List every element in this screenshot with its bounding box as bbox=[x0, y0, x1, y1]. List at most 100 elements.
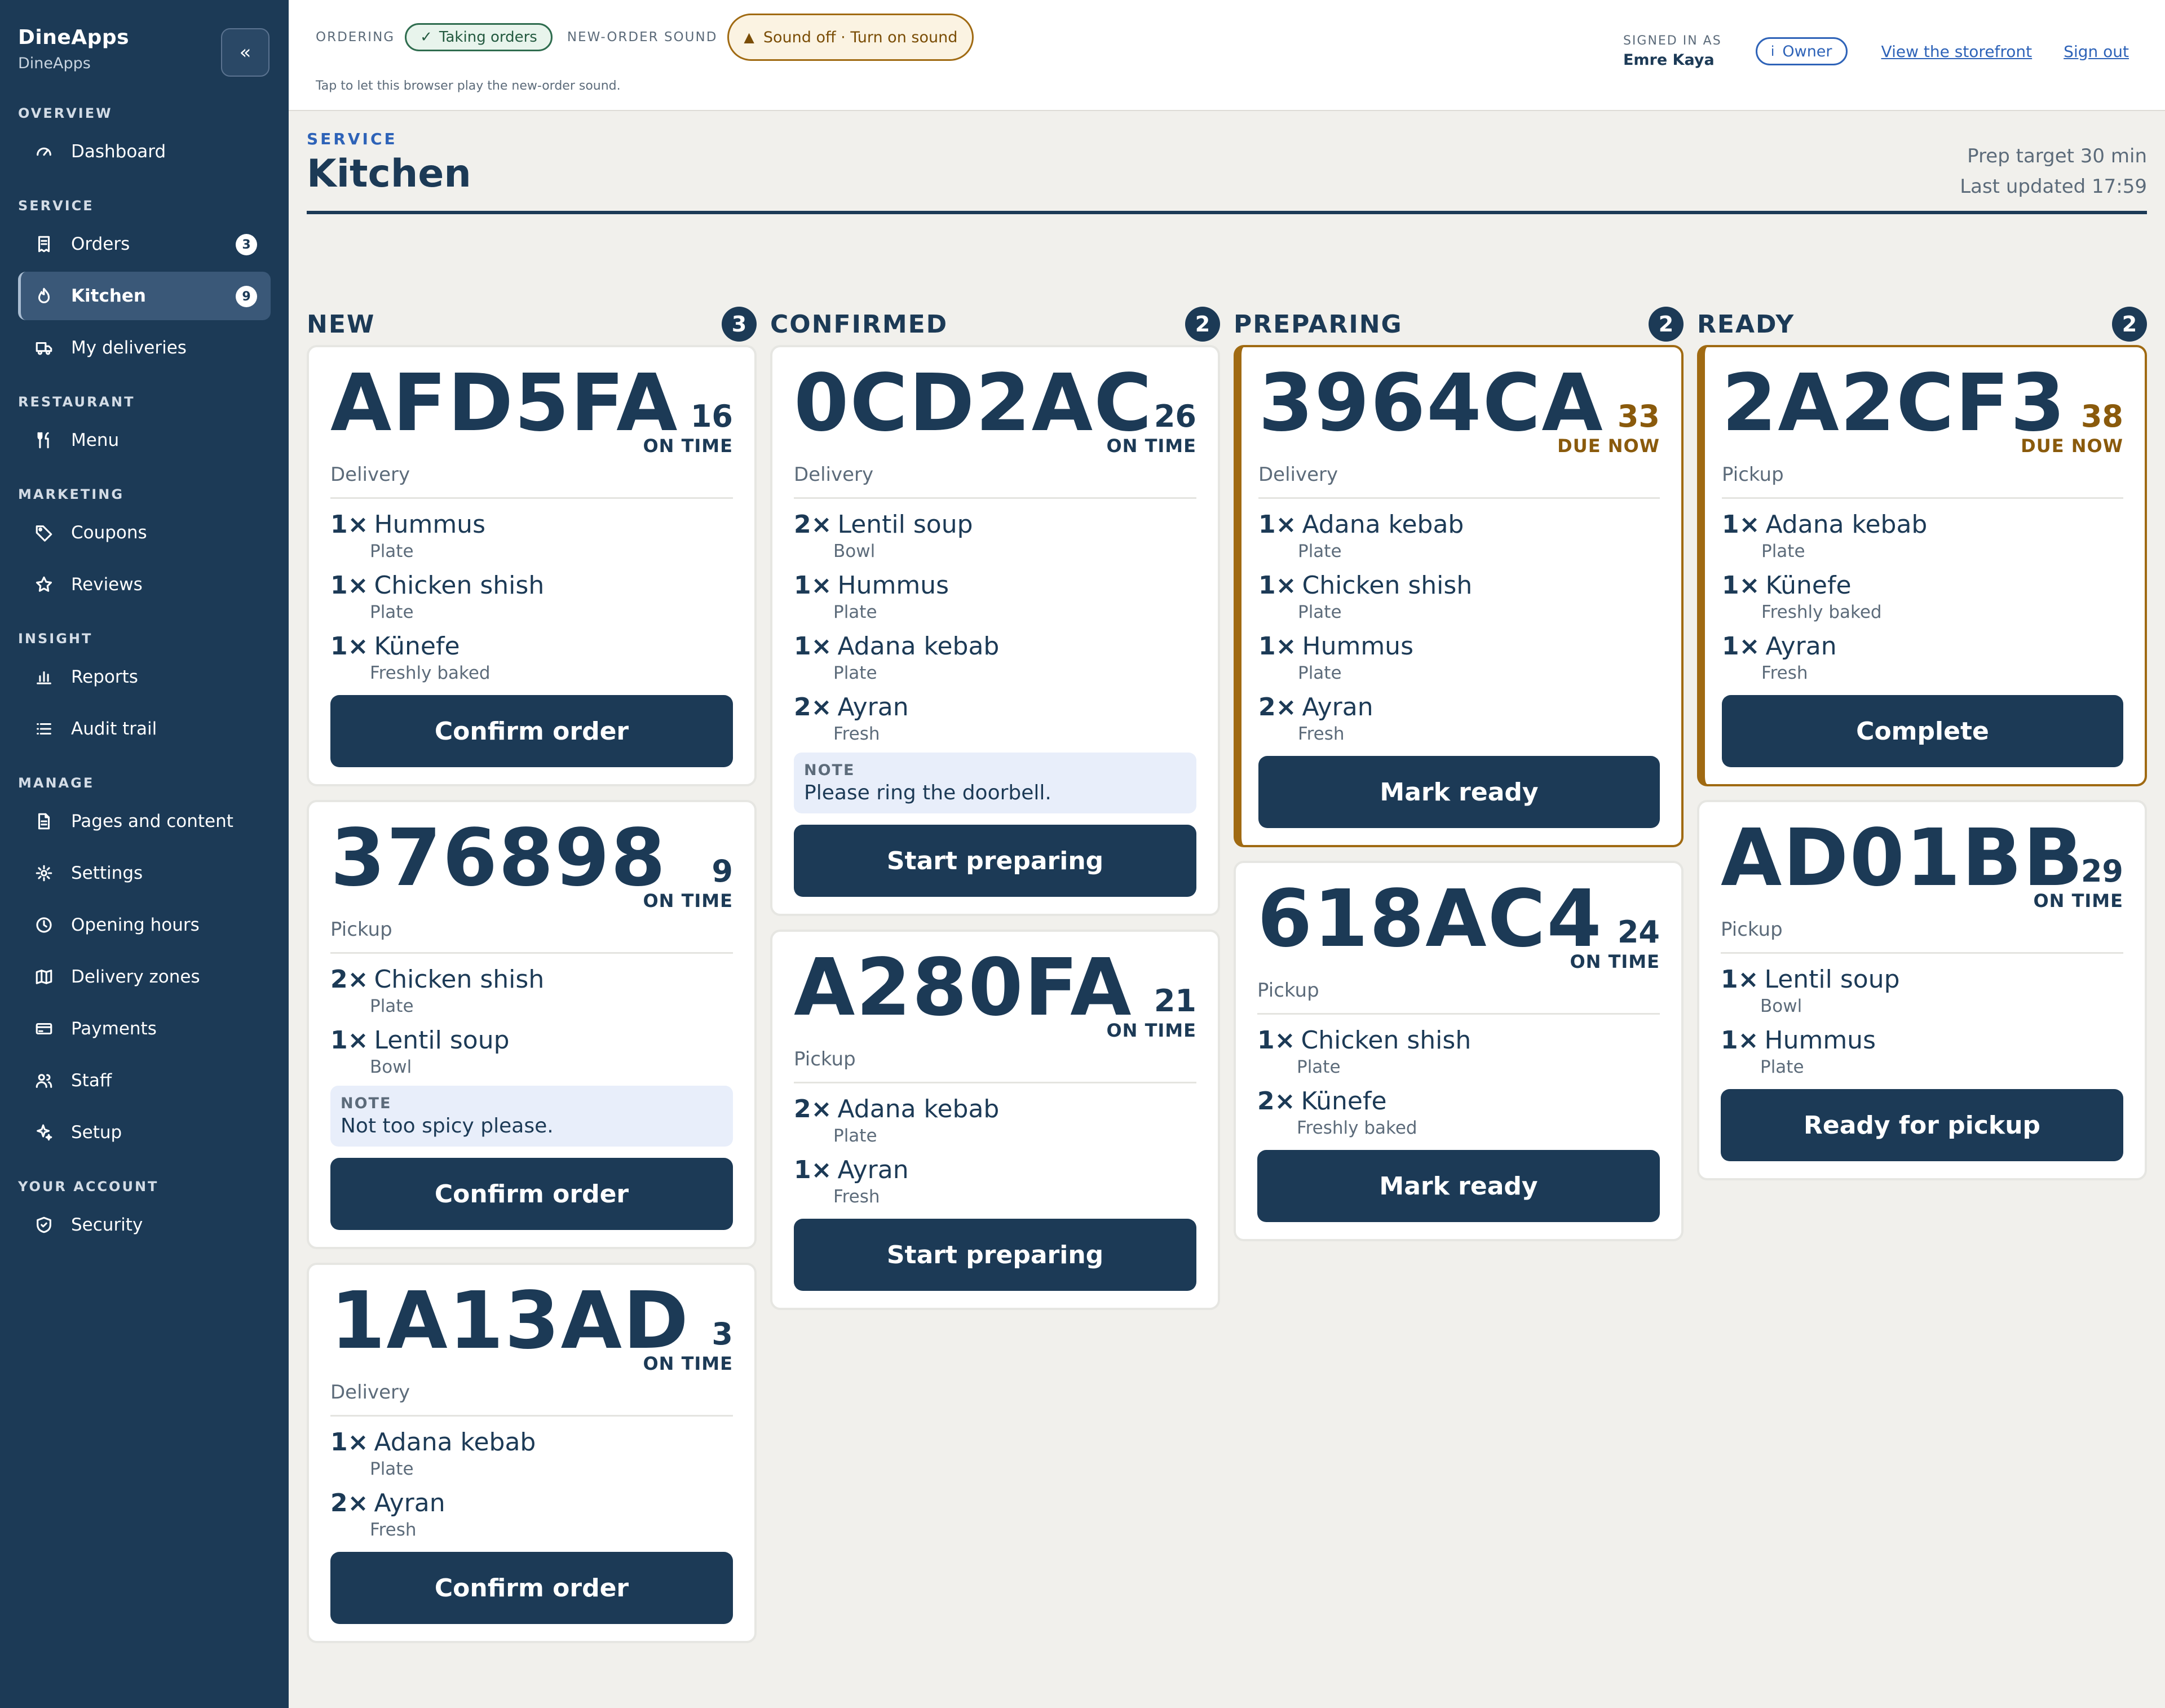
item-quantity: 1× bbox=[330, 1428, 369, 1457]
confirm-order-button[interactable]: Confirm order bbox=[330, 1158, 733, 1230]
sidebar-item-reports[interactable]: Reports bbox=[18, 653, 271, 701]
sidebar-item-dashboard[interactable]: Dashboard bbox=[18, 127, 271, 176]
confirm-order-button[interactable]: Confirm order bbox=[330, 1552, 733, 1624]
note-label: NOTE bbox=[341, 1095, 392, 1112]
order-item-line: 2× Ayran bbox=[1258, 692, 1660, 723]
gauge-icon bbox=[33, 140, 55, 163]
item-variant: Freshly baked bbox=[1297, 1118, 1417, 1138]
order-item: 1× Lentil soup Bowl bbox=[1721, 964, 2123, 1017]
sidebar-item-setup[interactable]: Setup bbox=[18, 1108, 271, 1157]
order-item: 1× Künefe Freshly baked bbox=[330, 631, 733, 684]
sidebar-item-audit-trail[interactable]: Audit trail bbox=[18, 705, 271, 753]
sidebar-item-settings[interactable]: Settings bbox=[18, 849, 271, 897]
sidebar-item-menu[interactable]: Menu bbox=[18, 416, 271, 464]
order-type: Delivery bbox=[330, 463, 733, 499]
sidebar-item-label: Setup bbox=[71, 1122, 122, 1143]
order-code: 0CD2AC bbox=[794, 357, 1153, 449]
order-age-minutes: 33 bbox=[1617, 399, 1660, 434]
order-item-line: 1× Lentil soup bbox=[330, 1025, 733, 1056]
last-updated: Last updated 17:59 bbox=[1960, 175, 2147, 198]
item-variant: Plate bbox=[1760, 1057, 1804, 1077]
order-item: 2× Lentil soup Bowl bbox=[794, 509, 1196, 562]
utensils-icon bbox=[33, 429, 55, 452]
top-bar: ORDERING ✓ Taking orders NEW-ORDER SOUND… bbox=[289, 0, 2165, 111]
order-items: 1× Adana kebab Plate 1× Chicken shish Plate 1×… bbox=[1258, 509, 1660, 745]
nav-section-title: RESTAURANT bbox=[18, 394, 135, 410]
column-ready: READY 2 2A2CF3 38 DUE NOW Pickup 1× Adana kebab… bbox=[1697, 304, 2147, 1194]
sidebar-item-orders[interactable]: Orders 3 bbox=[18, 220, 271, 268]
view-storefront-link[interactable]: View the storefront bbox=[1881, 42, 2033, 61]
item-name: Ayran bbox=[1765, 632, 1837, 661]
order-age-minutes: 9 bbox=[712, 853, 733, 889]
item-variant: Plate bbox=[1298, 602, 1342, 622]
sidebar-item-security[interactable]: Security bbox=[18, 1201, 271, 1249]
order-card: AD01BB 29 ON TIME Pickup 1× Lentil soup Bowl 1×… bbox=[1697, 800, 2147, 1180]
sidebar-item-opening-hours[interactable]: Opening hours bbox=[18, 901, 271, 949]
column-header: READY 2 bbox=[1697, 304, 2147, 345]
collapse-sidebar-button[interactable]: « bbox=[221, 28, 269, 77]
map-icon bbox=[33, 966, 55, 988]
sidebar-item-label: Payments bbox=[71, 1019, 157, 1039]
order-items: 1× Lentil soup Bowl 1× Hummus Plate bbox=[1721, 964, 2123, 1078]
ordering-label: ORDERING bbox=[316, 30, 395, 45]
double-chevron-left-icon: « bbox=[239, 41, 251, 64]
start-preparing-button[interactable]: Start preparing bbox=[794, 1219, 1196, 1291]
order-item: 1× Adana kebab Plate bbox=[1722, 509, 2123, 562]
item-variant: Plate bbox=[370, 1459, 414, 1479]
item-variant: Fresh bbox=[833, 1187, 880, 1207]
order-card-header: 376898 9 ON TIME bbox=[330, 819, 733, 918]
sound-hint: Tap to let this browser play the new-ord… bbox=[316, 79, 621, 93]
gear-icon bbox=[33, 862, 55, 884]
sidebar-item-kitchen[interactable]: Kitchen 9 bbox=[18, 272, 271, 320]
order-item-line: 1× Hummus bbox=[1258, 631, 1660, 662]
item-quantity: 2× bbox=[330, 1489, 369, 1517]
order-card: A280FA 21 ON TIME Pickup 2× Adana kebab Plate 1… bbox=[770, 930, 1220, 1310]
sidebar-item-delivery-zones[interactable]: Delivery zones bbox=[18, 953, 271, 1001]
item-quantity: 2× bbox=[794, 510, 832, 539]
sign-out-link[interactable]: Sign out bbox=[2064, 42, 2129, 61]
nav-section-title: MANAGE bbox=[18, 775, 95, 791]
complete-button[interactable]: Complete bbox=[1722, 695, 2123, 767]
turn-on-sound-button[interactable]: ▲ Sound off · Turn on sound bbox=[727, 14, 974, 61]
order-item: 1× Adana kebab Plate bbox=[794, 631, 1196, 684]
sidebar-item-reviews[interactable]: Reviews bbox=[18, 560, 271, 609]
mark-ready-button[interactable]: Mark ready bbox=[1258, 756, 1660, 828]
sidebar-item-pages-and-content[interactable]: Pages and content bbox=[18, 797, 271, 846]
sidebar-item-staff[interactable]: Staff bbox=[18, 1056, 271, 1105]
order-note: NOTE Not too spicy please. bbox=[330, 1086, 733, 1147]
order-items: 1× Adana kebab Plate 1× Künefe Freshly baked 1… bbox=[1722, 509, 2123, 684]
truck-icon bbox=[33, 337, 55, 359]
note-label: NOTE bbox=[804, 762, 855, 779]
prep-target: Prep target 30 min bbox=[1967, 145, 2147, 167]
column-preparing: PREPARING 2 3964CA 33 DUE NOW Delivery 1× Adana… bbox=[1234, 304, 1684, 1255]
sidebar-item-label: Audit trail bbox=[71, 719, 157, 739]
item-name: Chicken shish bbox=[374, 965, 545, 994]
sidebar-item-coupons[interactable]: Coupons bbox=[18, 508, 271, 557]
column-new: NEW 3 AFD5FA 16 ON TIME Delivery 1× Hummus Plate… bbox=[307, 304, 757, 1657]
item-name: Hummus bbox=[837, 571, 949, 600]
confirm-order-button[interactable]: Confirm order bbox=[330, 695, 733, 767]
column-count-badge: 2 bbox=[1649, 307, 1684, 342]
item-variant: Freshly baked bbox=[370, 663, 491, 683]
sidebar-item-label: My deliveries bbox=[71, 338, 187, 358]
ready-for-pickup-button[interactable]: Ready for pickup bbox=[1721, 1089, 2123, 1161]
order-item-line: 1× Künefe bbox=[330, 631, 733, 662]
item-quantity: 2× bbox=[1258, 693, 1297, 722]
order-items: 2× Lentil soup Bowl 1× Hummus Plate 1× Adana ke… bbox=[794, 509, 1196, 745]
order-card: 376898 9 ON TIME Pickup 2× Chicken shish Plate… bbox=[307, 800, 757, 1249]
sidebar-item-my-deliveries[interactable]: My deliveries bbox=[18, 324, 271, 372]
sidebar-item-label: Coupons bbox=[71, 523, 147, 543]
item-name: Chicken shish bbox=[1302, 571, 1473, 600]
item-name: Hummus bbox=[1302, 632, 1413, 661]
order-items: 1× Adana kebab Plate 2× Ayran Fresh bbox=[330, 1427, 733, 1541]
start-preparing-button[interactable]: Start preparing bbox=[794, 825, 1196, 897]
item-name: Ayran bbox=[837, 693, 909, 722]
sidebar-item-payments[interactable]: Payments bbox=[18, 1005, 271, 1053]
item-name: Lentil soup bbox=[374, 1026, 510, 1055]
ordering-status-toggle[interactable]: ✓ Taking orders bbox=[405, 23, 553, 51]
nav-section-your-account: YOUR ACCOUNT Security bbox=[0, 1176, 289, 1249]
column-title: NEW bbox=[307, 310, 375, 339]
order-item-line: 1× Adana kebab bbox=[1258, 509, 1660, 541]
mark-ready-button[interactable]: Mark ready bbox=[1257, 1150, 1660, 1222]
order-type: Pickup bbox=[1257, 979, 1660, 1015]
